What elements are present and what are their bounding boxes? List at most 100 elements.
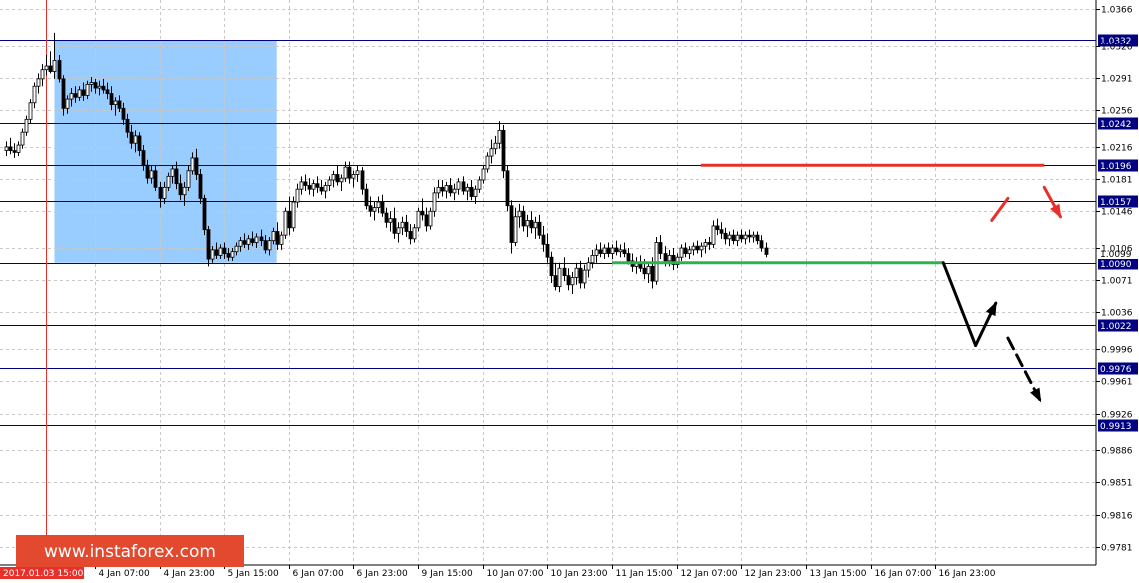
candle-body [129,131,134,144]
watermark: www.instaforex.com [16,535,244,567]
candle-body [315,183,320,188]
candle-body [505,170,510,207]
candle-body [8,146,13,151]
time-tick-label: 16 Jan 07:00 [875,569,932,579]
time-tick-label: 11 Jan 15:00 [616,569,673,579]
candle-body [497,129,502,144]
price-tick-label: 1.0256 [1101,107,1133,117]
candle-body [582,269,587,284]
price-tick-label: 0.9781 [1101,544,1133,554]
candle-body [541,234,546,245]
candle-body [739,234,744,240]
candle-body [254,236,259,243]
candle-body [65,98,70,109]
candle-body [461,181,466,192]
candle-body [194,157,199,175]
time-tick-label: 10 Jan 23:00 [551,569,608,579]
price-tick-label: 0.9851 [1101,479,1133,489]
candle-body [416,210,421,229]
candle-body [400,221,405,229]
level-label: 0.9913 [1100,422,1132,432]
candle-body [81,89,86,96]
price-tick-label: 0.9996 [1101,346,1133,356]
time-tick-label: 10 Jan 07:00 [487,569,544,579]
candle-body [695,245,700,251]
candle-body [456,181,461,190]
candle-body [610,247,615,254]
candle-body [12,150,17,153]
candle-body [198,174,203,199]
candle-body [687,249,692,254]
price-tick-label: 1.0036 [1101,309,1133,319]
price-tick-label: 1.0291 [1101,75,1133,85]
candle-body [48,65,53,72]
time-tick-label: 4 Jan 23:00 [164,569,216,579]
price-chart[interactable]: 1.03321.02421.01961.01571.00901.00220.99… [0,0,1139,583]
candle-body [355,170,360,175]
candle-body [178,183,183,196]
candle-body [202,197,207,231]
candle-body [376,201,381,208]
candle-body [372,207,377,212]
time-tick-label: 5 Jan 15:00 [228,569,280,579]
candle-body [517,210,522,218]
candle-body [440,186,445,192]
candle-body [562,267,567,277]
candle-body [594,249,599,256]
candle-body [380,201,385,214]
candle-body [566,275,571,286]
candle-body [226,253,231,258]
candle-body [339,177,344,183]
candle-body [452,188,457,194]
candle-body [501,129,506,172]
candle-body [319,186,324,192]
candle-body [57,60,62,80]
candle-body [125,118,130,133]
candle-body [162,186,167,199]
level-label: 1.0022 [1100,322,1132,332]
candle-body [646,266,651,275]
candle-body [764,247,769,255]
candle-body [384,212,389,223]
candle-body [246,238,251,245]
candle-body [16,144,21,153]
candle-body [287,210,292,229]
candle-body [537,221,542,236]
candle-body [606,247,611,254]
candle-body [509,205,514,243]
candle-body [44,65,49,71]
price-tick-label: 0.9961 [1101,378,1133,388]
time-tick-label: 13 Jan 15:00 [810,569,867,579]
candle-body [137,135,142,151]
candle-body [396,227,401,234]
candle-body [133,135,138,144]
candle-body [529,220,534,229]
candle-body [117,100,122,109]
candle-body [182,186,187,196]
candle-body [77,89,82,98]
time-tick-label: 12 Jan 23:00 [745,569,802,579]
price-tick-label: 0.9926 [1101,411,1133,421]
candle-body [755,234,760,242]
candle-body [364,188,369,207]
candle-body [388,218,393,223]
candle-body [485,155,490,170]
price-tick-label: 1.0071 [1101,277,1133,287]
candle-body [335,174,340,183]
candle-body [210,249,215,260]
candle-body [444,185,449,192]
level-label: 1.0242 [1100,120,1132,130]
candle-body [218,247,223,256]
price-tick-label: 1.0326 [1101,43,1133,53]
watermark-text: www.instaforex.com [44,542,216,562]
candle-body [36,78,41,87]
candle-body [408,231,413,240]
candle-body [743,234,748,240]
candle-body [557,267,562,288]
candle-body [158,186,163,199]
candle-body [283,210,288,236]
time-tick-label: 9 Jan 15:00 [422,569,474,579]
candle-body [214,249,219,256]
candle-body [267,240,272,251]
candle-body [707,242,712,245]
